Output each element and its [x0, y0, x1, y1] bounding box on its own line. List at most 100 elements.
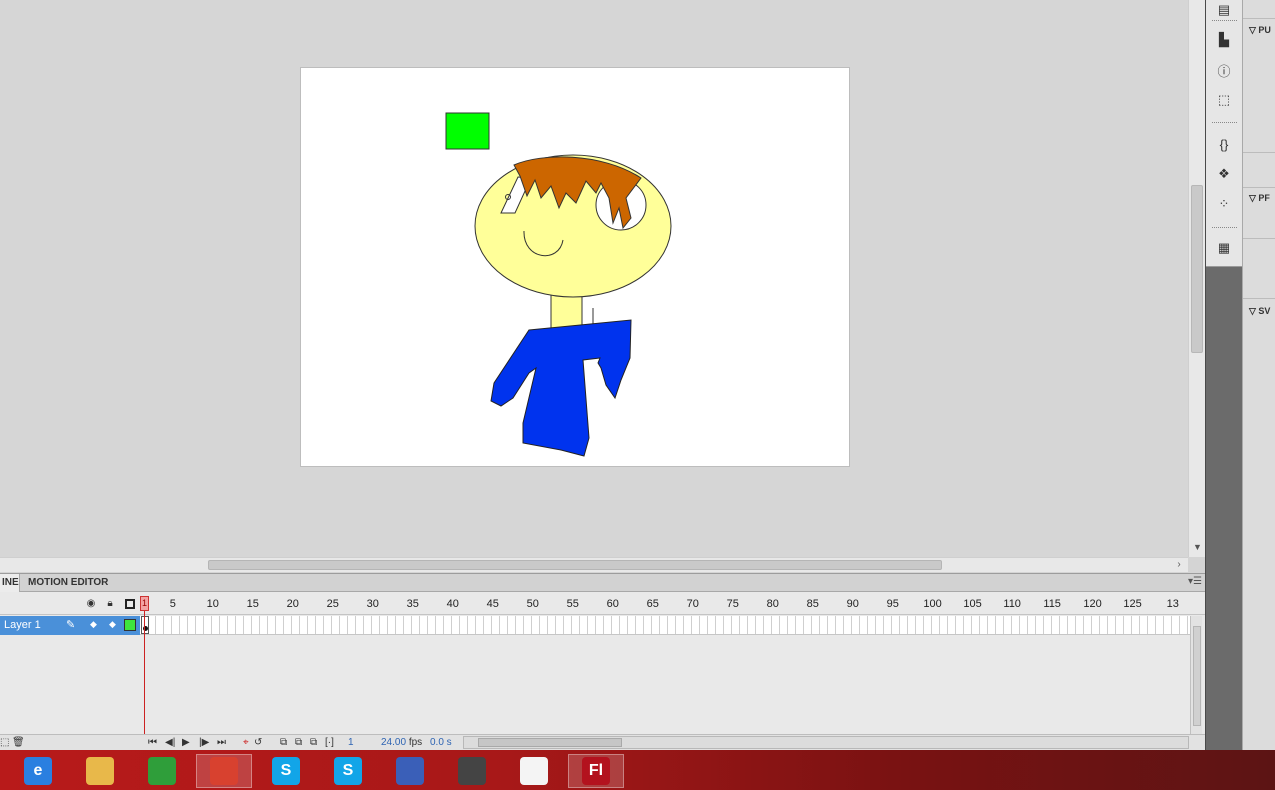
outline-toggle-icon[interactable]	[125, 599, 135, 609]
taskbar-skype-2-button[interactable]: S	[320, 754, 376, 788]
frame-number-125: 125	[1123, 598, 1142, 610]
panel-menu-icon[interactable]: ▾☰	[1188, 576, 1202, 587]
timeline-vertical-scroll-thumb[interactable]	[1193, 626, 1201, 726]
scroll-right-arrow-icon[interactable]: ›	[1172, 558, 1186, 573]
timeline-horizontal-scrollbar[interactable]	[463, 736, 1189, 749]
taskbar-internet-explorer-button[interactable]: e	[10, 754, 66, 788]
neck-shape[interactable]	[550, 292, 583, 331]
taskbar-skype-button[interactable]: S	[258, 754, 314, 788]
center-frame-icon[interactable]: ⌖	[243, 736, 249, 750]
frame-number-25: 25	[326, 598, 339, 610]
frame-rate-unit: fps	[408, 737, 423, 748]
paint-tool-icon	[396, 757, 424, 785]
new-layer-icon[interactable]: ⬚	[0, 736, 9, 750]
frame-number-90: 90	[846, 598, 859, 610]
frame-number-65: 65	[646, 598, 659, 610]
frame-rate-readout[interactable]: 24.00 fps	[381, 736, 422, 750]
frame-number-95: 95	[886, 598, 899, 610]
library-icon[interactable]: ▤	[1214, 0, 1234, 20]
edit-multiple-frames-icon[interactable]: ⧉	[310, 736, 317, 750]
taskbar-windows-store-button[interactable]	[134, 754, 190, 788]
dock-separator	[1212, 227, 1237, 228]
motion-presets-icon[interactable]: ⁘	[1214, 194, 1234, 214]
taskbar-file-explorer-button[interactable]	[72, 754, 128, 788]
elapsed-time-readout[interactable]: 0.0 s	[430, 736, 452, 750]
frame-number-30: 30	[366, 598, 379, 610]
lock-dot-icon[interactable]: ◆	[109, 619, 116, 630]
modify-onion-markers-icon[interactable]: [·]	[325, 736, 334, 750]
frame-number-110: 110	[1003, 598, 1021, 610]
shirt-shape[interactable]	[490, 319, 632, 457]
scroll-down-arrow-icon[interactable]: ▼	[1189, 540, 1206, 557]
timeline-panel: INE MOTION EDITOR ▾☰ ◉ 🔒︎ 5 10 15 20 25 30 35 4…	[0, 573, 1205, 751]
info-icon[interactable]: ⓘ	[1214, 60, 1234, 80]
frame-rate-value: 24.00	[381, 737, 407, 748]
panel-header-library[interactable]: ▽ PF	[1243, 188, 1275, 208]
stage-vertical-scrollbar[interactable]: ▼	[1188, 0, 1205, 557]
panel-header-swatches[interactable]: ▽ SV	[1243, 301, 1275, 321]
taskbar-flash-button[interactable]: Fl	[568, 754, 624, 788]
components-icon[interactable]: ❖	[1214, 164, 1234, 184]
loop-icon[interactable]: ↺	[254, 736, 262, 750]
pasteboard[interactable]	[0, 0, 1188, 557]
frame-number-105: 105	[963, 598, 982, 610]
panel-icon-dock: ▤ ▙ ⓘ ⬚ {} ❖ ⁘ ▦	[1205, 0, 1243, 750]
panel-header-label: PF	[1258, 193, 1270, 203]
taskbar-document-button[interactable]	[506, 754, 562, 788]
chrome-icon	[210, 757, 238, 785]
stage-horizontal-scroll-thumb[interactable]	[208, 560, 942, 570]
step-back-icon[interactable]: ◀|	[165, 736, 175, 750]
panel-divider	[1243, 238, 1275, 239]
movie-maker-icon	[458, 757, 486, 785]
timeline-status-bar: ⬚ 🗑︎ ⏮ ◀| ▶ |▶ ⏭ ⌖ ↺ ⧉ ⧉ ⧉ [·] 1 24.00 f…	[0, 734, 1205, 751]
internet-explorer-icon: e	[24, 757, 52, 785]
frame-number-45: 45	[486, 598, 499, 610]
project-icon[interactable]: ▦	[1214, 238, 1234, 258]
timeline-header: ◉ 🔒︎ 5 10 15 20 25 30 35 40 45 50 55 60 65 70 75 80 85 90…	[0, 593, 1205, 615]
frame-number-60: 60	[606, 598, 619, 610]
go-to-last-frame-icon[interactable]: ⏭	[217, 736, 226, 750]
frame-ruler[interactable]: 5 10 15 20 25 30 35 40 45 50 55 60 65 70 75 80 85 90 95 100…	[140, 593, 1188, 615]
align-icon[interactable]: ▙	[1214, 30, 1234, 50]
taskbar-chrome-button[interactable]	[196, 754, 252, 788]
timeline-horizontal-scroll-thumb[interactable]	[478, 738, 622, 747]
panel-header-properties[interactable]: ▽ PU	[1243, 20, 1275, 40]
playhead-line	[144, 611, 145, 737]
tab-timeline[interactable]: INE	[0, 574, 20, 592]
stage-vertical-scroll-thumb[interactable]	[1191, 185, 1203, 353]
onion-skin-outlines-icon[interactable]: ⧉	[295, 736, 302, 750]
step-forward-icon[interactable]: |▶	[199, 736, 209, 750]
taskbar-paint-tool-button[interactable]	[382, 754, 438, 788]
skype-2-icon: S	[334, 757, 362, 785]
delete-layer-icon[interactable]: 🗑︎	[12, 736, 25, 750]
layer-row-layer-1[interactable]: Layer 1 ✎ ◆ ◆	[0, 616, 140, 635]
frame-number-35: 35	[406, 598, 419, 610]
play-icon[interactable]: ▶	[182, 736, 190, 750]
frames-grid[interactable]	[140, 616, 1190, 635]
transform-icon[interactable]: ⬚	[1214, 90, 1234, 110]
skype-icon: S	[272, 757, 300, 785]
playhead[interactable]: 1	[140, 596, 149, 611]
frame-number-5: 5	[169, 598, 176, 610]
layer-outline-color-swatch[interactable]	[124, 619, 136, 631]
go-to-first-frame-icon[interactable]: ⏮	[148, 736, 157, 750]
actions-code-icon[interactable]: {}	[1214, 134, 1234, 154]
tab-motion-editor[interactable]: MOTION EDITOR	[24, 574, 112, 592]
stage[interactable]	[300, 67, 850, 467]
layer-name[interactable]: Layer 1	[4, 619, 41, 631]
panel-divider	[1243, 152, 1275, 153]
timeline-vertical-scrollbar[interactable]	[1190, 616, 1202, 736]
green-square-shape[interactable]	[445, 112, 490, 150]
onion-skin-icon[interactable]: ⧉	[280, 736, 287, 750]
show-hide-eye-icon[interactable]: ◉	[85, 598, 97, 610]
taskbar-movie-maker-button[interactable]	[444, 754, 500, 788]
frame-number-120: 120	[1083, 598, 1102, 610]
lock-icon[interactable]: 🔒︎	[104, 598, 116, 610]
keyframe[interactable]	[141, 616, 149, 634]
dock-icon-strip: ▤ ▙ ⓘ ⬚ {} ❖ ⁘ ▦	[1206, 0, 1243, 267]
visibility-dot-icon[interactable]: ◆	[90, 619, 97, 630]
current-frame-readout[interactable]: 1	[348, 736, 354, 750]
stage-horizontal-scrollbar[interactable]: ›	[0, 557, 1188, 572]
windows-taskbar: e S S Fl	[0, 750, 1275, 790]
stage-artwork	[445, 112, 672, 457]
